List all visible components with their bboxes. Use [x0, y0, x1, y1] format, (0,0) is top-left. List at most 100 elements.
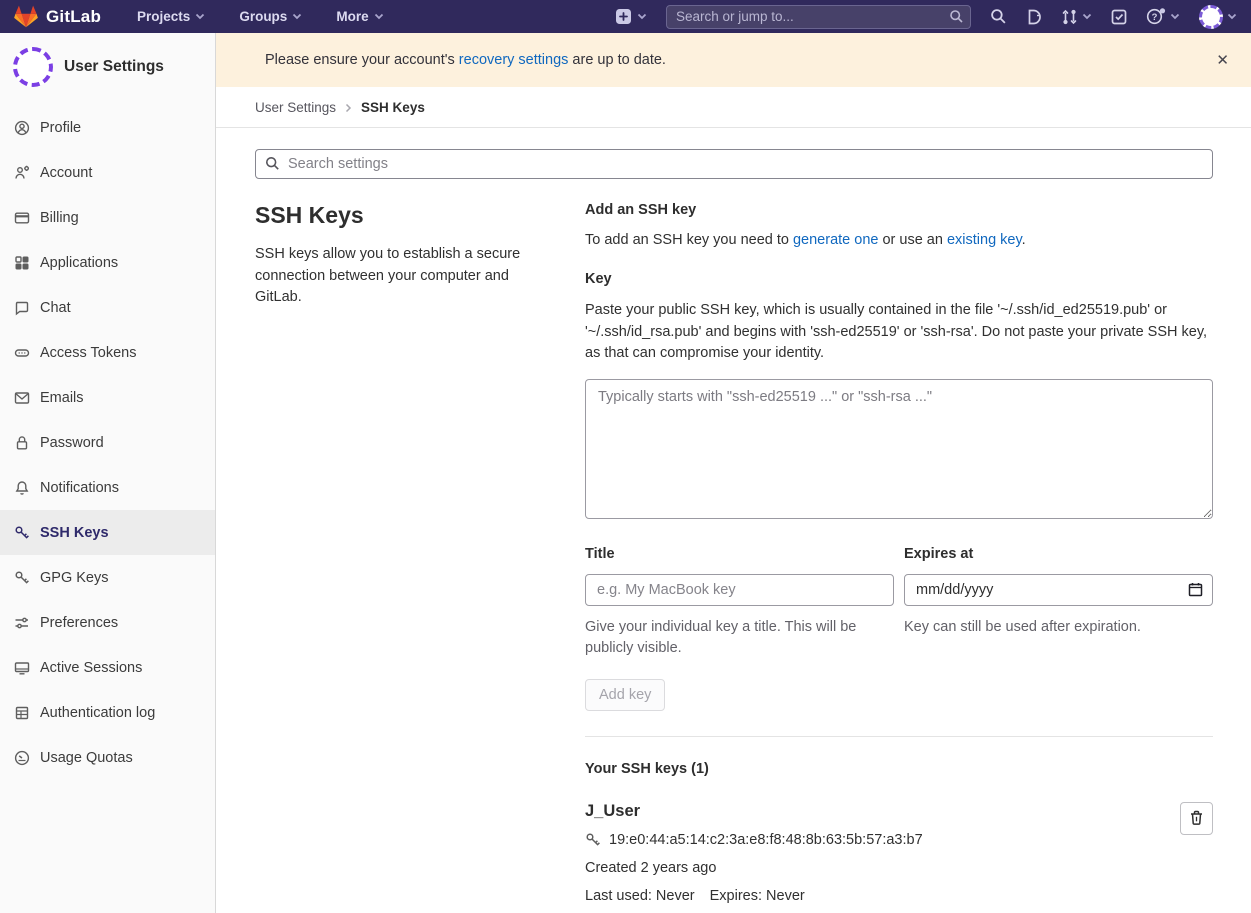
sidebar-item-label: Active Sessions: [40, 660, 142, 676]
sidebar-item-access-tokens[interactable]: Access Tokens: [0, 330, 215, 375]
sidebar-item-label: GPG Keys: [40, 570, 109, 586]
ssh-key-row: J_User 19:e0:44:a5:14:c2:3a:e8:f8:48:8b:…: [585, 802, 1213, 904]
bell-icon: [14, 480, 30, 496]
key-help-text: Paste your public SSH key, which is usua…: [585, 300, 1213, 365]
ssh-key-expires: Expires: Never: [710, 888, 805, 904]
title-input[interactable]: [585, 574, 894, 606]
sidebar-title: User Settings: [64, 58, 164, 76]
calendar-icon[interactable]: [1188, 582, 1203, 597]
sidebar-item-gpg-keys[interactable]: GPG Keys: [0, 555, 215, 600]
search-icon: [265, 156, 280, 171]
user-menu[interactable]: [1199, 5, 1237, 29]
ssh-key-created: Created 2 years ago: [585, 860, 923, 876]
key-icon: [14, 525, 30, 541]
chevron-down-icon: [1082, 13, 1092, 20]
access-tokens-icon: [14, 345, 30, 361]
trash-icon: [1189, 810, 1204, 826]
section-divider: [585, 736, 1213, 737]
merge-requests-menu[interactable]: [1061, 9, 1092, 25]
chevron-down-icon: [292, 13, 302, 20]
chevron-down-icon: [637, 13, 647, 20]
sidebar-item-notifications[interactable]: Notifications: [0, 465, 215, 510]
banner-close-button[interactable]: ✕: [1216, 51, 1229, 69]
groups-menu[interactable]: Groups: [239, 9, 302, 24]
sidebar-item-password[interactable]: Password: [0, 420, 215, 465]
key-label: Key: [585, 271, 1213, 287]
sidebar-item-label: Emails: [40, 390, 84, 406]
intro-text: .: [1022, 232, 1026, 248]
groups-menu-label: Groups: [239, 9, 287, 24]
title-help-text: Give your individual key a title. This w…: [585, 617, 894, 659]
recovery-settings-link[interactable]: recovery settings: [459, 52, 569, 68]
account-icon: [14, 165, 30, 181]
settings-sidebar: User Settings Profile Account Billing Ap…: [0, 33, 216, 913]
sidebar-item-emails[interactable]: Emails: [0, 375, 215, 420]
sliders-icon: [14, 615, 30, 631]
issues-button[interactable]: [1026, 9, 1042, 25]
sidebar-item-label: Profile: [40, 120, 81, 136]
add-key-button[interactable]: Add key: [585, 679, 665, 711]
settings-search-input[interactable]: [255, 149, 1213, 179]
chevron-down-icon: [195, 13, 205, 20]
sidebar-item-account[interactable]: Account: [0, 150, 215, 195]
todos-button[interactable]: [1111, 9, 1127, 25]
sidebar-item-profile[interactable]: Profile: [0, 105, 215, 150]
sidebar-item-preferences[interactable]: Preferences: [0, 600, 215, 645]
more-menu[interactable]: More: [336, 9, 383, 24]
chat-icon: [14, 300, 30, 316]
help-menu[interactable]: ?: [1146, 8, 1180, 25]
intro-text: To add an SSH key you need to: [585, 232, 793, 248]
key-icon: [14, 570, 30, 586]
sidebar-item-label: Notifications: [40, 480, 119, 496]
ssh-key-last-used: Last used: Never: [585, 888, 695, 904]
sidebar-item-chat[interactable]: Chat: [0, 285, 215, 330]
log-table-icon: [14, 705, 30, 721]
billing-icon: [14, 210, 30, 226]
sidebar-item-applications[interactable]: Applications: [0, 240, 215, 285]
top-navbar: GitLab Projects Groups More: [0, 0, 1251, 33]
key-icon: [585, 832, 601, 848]
banner-text: Please ensure your account's recovery se…: [265, 52, 666, 68]
sidebar-item-ssh-keys[interactable]: SSH Keys: [0, 510, 215, 555]
page-title: SSH Keys: [255, 202, 557, 229]
banner-text-after: are up to date.: [568, 52, 666, 68]
existing-key-link[interactable]: existing key: [947, 232, 1022, 248]
sidebar-item-billing[interactable]: Billing: [0, 195, 215, 240]
main-content: Please ensure your account's recovery se…: [216, 33, 1251, 913]
chevron-right-icon: [345, 103, 352, 113]
projects-menu[interactable]: Projects: [137, 9, 205, 24]
ssh-key-details: J_User 19:e0:44:a5:14:c2:3a:e8:f8:48:8b:…: [585, 802, 923, 904]
expires-field-group: Expires at Key can still be used after e…: [904, 546, 1213, 659]
sidebar-item-usage-quotas[interactable]: Usage Quotas: [0, 735, 215, 780]
expires-help-text: Key can still be used after expiration.: [904, 617, 1213, 638]
intro-text: or use an: [878, 232, 947, 248]
delete-key-button[interactable]: [1180, 802, 1213, 835]
more-menu-label: More: [336, 9, 368, 24]
applications-icon: [14, 255, 30, 271]
banner-text-before: Please ensure your account's: [265, 52, 459, 68]
projects-menu-label: Projects: [137, 9, 190, 24]
svg-text:?: ?: [1152, 12, 1158, 23]
gitlab-logo-icon: [14, 5, 38, 29]
sidebar-item-label: SSH Keys: [40, 525, 109, 541]
title-label: Title: [585, 546, 894, 562]
breadcrumb-parent[interactable]: User Settings: [255, 100, 336, 115]
new-item-menu[interactable]: [615, 8, 647, 25]
breadcrumb-current: SSH Keys: [361, 100, 425, 115]
plus-square-icon: [615, 8, 632, 25]
generate-one-link[interactable]: generate one: [793, 232, 878, 248]
sidebar-item-active-sessions[interactable]: Active Sessions: [0, 645, 215, 690]
sidebar-item-label: Usage Quotas: [40, 750, 133, 766]
ssh-key-name[interactable]: J_User: [585, 802, 923, 821]
expires-label: Expires at: [904, 546, 1213, 562]
sidebar-item-authentication-log[interactable]: Authentication log: [0, 690, 215, 735]
sidebar-item-label: Chat: [40, 300, 71, 316]
expires-date-input[interactable]: [904, 574, 1213, 606]
chevron-down-icon: [1170, 13, 1180, 20]
search-button[interactable]: [990, 8, 1007, 25]
profile-icon: [14, 120, 30, 136]
gitlab-home-link[interactable]: GitLab: [14, 5, 101, 29]
ssh-key-textarea[interactable]: [585, 379, 1213, 519]
sidebar-item-label: Password: [40, 435, 104, 451]
global-search-input[interactable]: [666, 5, 971, 29]
